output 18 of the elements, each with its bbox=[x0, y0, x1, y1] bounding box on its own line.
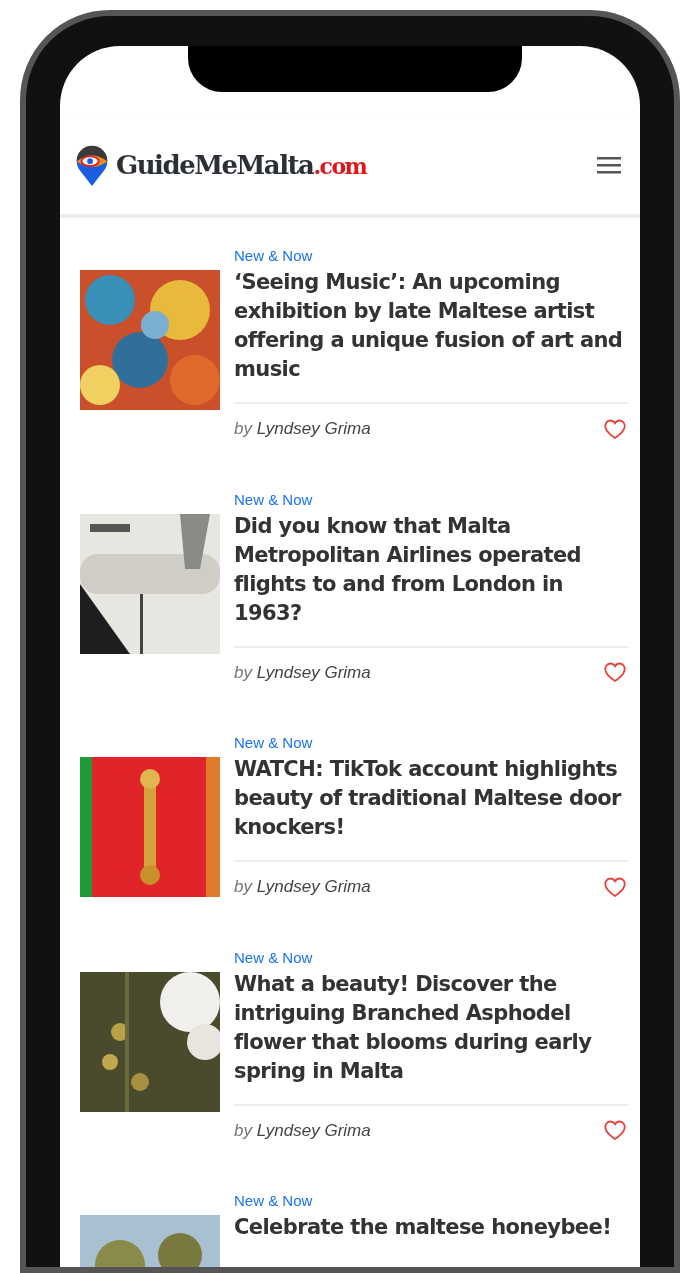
category-link[interactable]: New & Now bbox=[234, 1191, 628, 1211]
category-link[interactable]: New & Now bbox=[234, 947, 628, 968]
site-logo[interactable]: GuideMeMalta.com bbox=[116, 145, 367, 185]
category-link[interactable]: New & Now bbox=[234, 733, 628, 753]
heart-icon[interactable] bbox=[602, 660, 628, 685]
article-title[interactable]: Did you know that Malta Metropolitan Airlines operated flights to and from London in 1963? bbox=[234, 511, 628, 628]
article-title[interactable]: ‘Seeing Music’: An upcoming exhibition by late Maltese artist offering a unique fusion of art and music bbox=[234, 268, 628, 384]
author-byline: by Lyndsey Grima bbox=[234, 1119, 371, 1142]
category-link[interactable]: New & Now bbox=[234, 489, 628, 510]
author-byline: by Lyndsey Grima bbox=[234, 661, 371, 684]
category-link[interactable]: New & Now bbox=[234, 246, 628, 266]
article-title[interactable]: Celebrate the maltese honeybee! bbox=[234, 1213, 628, 1242]
author-byline: by Lyndsey Grima bbox=[234, 876, 371, 898]
menu-icon[interactable] bbox=[596, 155, 622, 175]
article-title[interactable]: WATCH: TikTok account highlights beauty of traditional Maltese door knockers! bbox=[234, 755, 628, 842]
author-byline: by Lyndsey Grima bbox=[234, 418, 371, 440]
article-title[interactable]: What a beauty! Discover the intriguing Branched Asphodel flower that blooms during early spring in Malta bbox=[234, 969, 628, 1086]
heart-icon[interactable] bbox=[602, 1118, 628, 1143]
